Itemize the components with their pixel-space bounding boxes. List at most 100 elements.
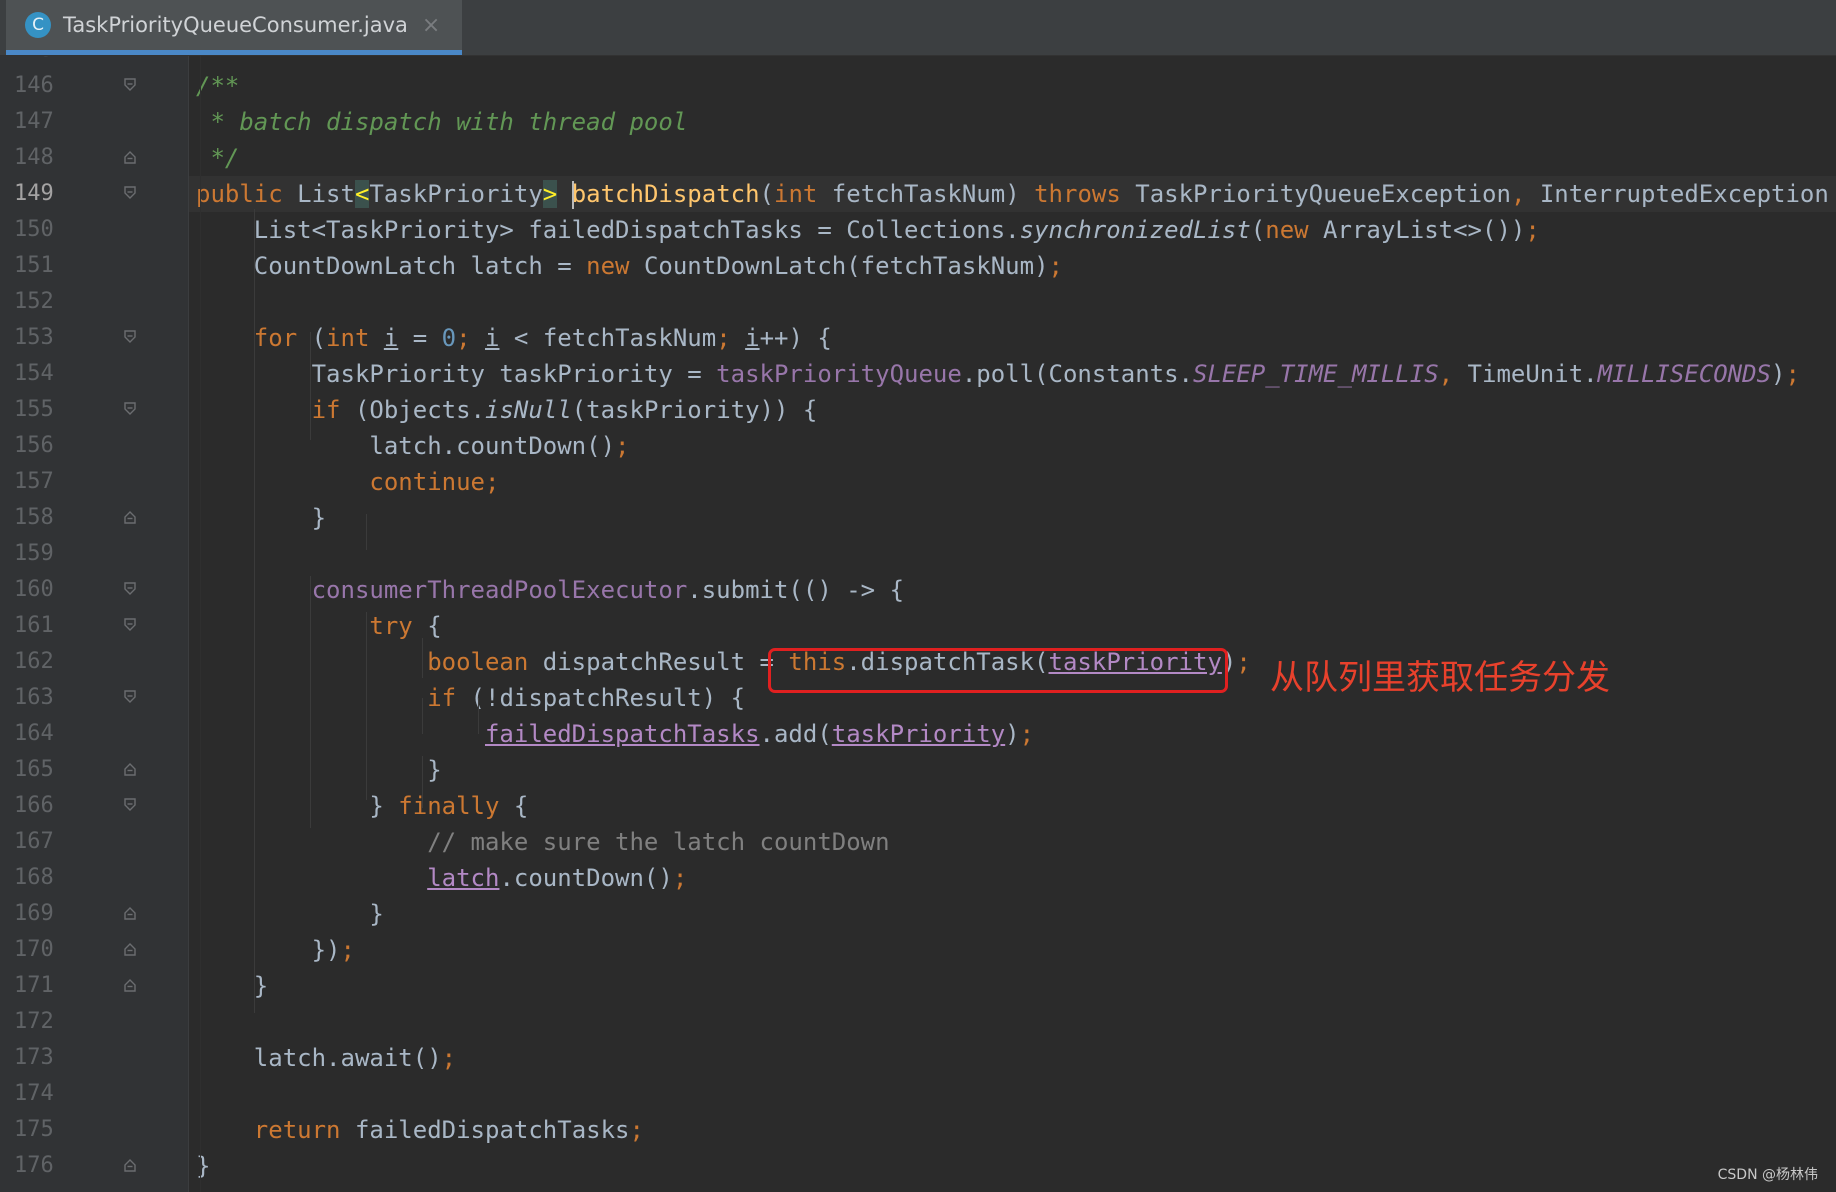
line-number[interactable]: 159	[14, 536, 64, 572]
code-text[interactable]: if (!dispatchResult) {	[196, 680, 745, 716]
code-text[interactable]: latch.countDown();	[196, 428, 629, 464]
code-text[interactable]: });	[196, 932, 355, 968]
line-number[interactable]: 173	[14, 1040, 64, 1076]
fold-collapse-icon[interactable]	[124, 798, 136, 812]
code-line[interactable]: 159	[0, 536, 1836, 572]
code-line[interactable]: 164 failedDispatchTasks.add(taskPriority…	[0, 716, 1836, 752]
close-icon[interactable]: ×	[422, 13, 440, 38]
line-number[interactable]: 148	[14, 140, 64, 176]
code-line[interactable]: 165 }	[0, 752, 1836, 788]
code-line[interactable]: 173 latch.await();	[0, 1040, 1836, 1076]
line-number[interactable]: 175	[14, 1112, 64, 1148]
fold-collapse-icon[interactable]	[124, 78, 136, 92]
code-text[interactable]: * batch dispatch with thread pool	[196, 104, 687, 140]
code-line[interactable]: 174	[0, 1076, 1836, 1112]
line-number[interactable]: 164	[14, 716, 64, 752]
line-number[interactable]: 165	[14, 752, 64, 788]
line-number[interactable]: 174	[14, 1076, 64, 1112]
code-line[interactable]: 151 CountDownLatch latch = new CountDown…	[0, 248, 1836, 284]
code-text[interactable]: public List<TaskPriority> batchDispatch(…	[196, 176, 1836, 212]
line-number[interactable]: 161	[14, 608, 64, 644]
line-number[interactable]: 149	[14, 176, 64, 212]
line-number[interactable]: 166	[14, 788, 64, 824]
editor-tab-active[interactable]: C TaskPriorityQueueConsumer.java ×	[6, 0, 462, 55]
code-text[interactable]: } finally {	[196, 788, 528, 824]
line-number[interactable]: 154	[14, 356, 64, 392]
code-line[interactable]: 157 continue;	[0, 464, 1836, 500]
code-text[interactable]: */	[196, 140, 239, 176]
code-text[interactable]: failedDispatchTasks.add(taskPriority);	[196, 716, 1034, 752]
code-line[interactable]: 153 for (int i = 0; i < fetchTaskNum; i+…	[0, 320, 1836, 356]
code-line[interactable]: 146 /**	[0, 68, 1836, 104]
fold-end-icon[interactable]	[124, 978, 136, 992]
fold-collapse-icon[interactable]	[124, 186, 136, 200]
line-number[interactable]: 171	[14, 968, 64, 1004]
code-line[interactable]: 158 }	[0, 500, 1836, 536]
code-text[interactable]: }	[196, 1148, 210, 1184]
fold-collapse-icon[interactable]	[124, 690, 136, 704]
code-line[interactable]: 166 } finally {	[0, 788, 1836, 824]
code-line[interactable]: 170 });	[0, 932, 1836, 968]
code-line[interactable]: 169 }	[0, 896, 1836, 932]
line-number[interactable]: 168	[14, 860, 64, 896]
line-number[interactable]: 176	[14, 1148, 64, 1184]
code-editor[interactable]: 145 146 /** 147 * batch dispatch with thre…	[0, 56, 1836, 1192]
code-line[interactable]: 172	[0, 1004, 1836, 1040]
line-number[interactable]: 152	[14, 284, 64, 320]
line-number[interactable]: 150	[14, 212, 64, 248]
code-text[interactable]: }	[196, 896, 383, 932]
line-number[interactable]: 169	[14, 896, 64, 932]
code-text[interactable]: return failedDispatchTasks;	[196, 1112, 644, 1148]
code-text[interactable]: List<TaskPriority> failedDispatchTasks =…	[196, 212, 1540, 248]
code-line[interactable]: 154 TaskPriority taskPriority = taskPrio…	[0, 356, 1836, 392]
code-text[interactable]: CountDownLatch latch = new CountDownLatc…	[196, 248, 1063, 284]
line-number[interactable]: 153	[14, 320, 64, 356]
code-line[interactable]: 160 consumerThreadPoolExecutor.submit(()…	[0, 572, 1836, 608]
fold-end-icon[interactable]	[124, 1158, 136, 1172]
code-text[interactable]: for (int i = 0; i < fetchTaskNum; i++) {	[196, 320, 832, 356]
code-line[interactable]: 156 latch.countDown();	[0, 428, 1836, 464]
code-line[interactable]: 148 */	[0, 140, 1836, 176]
code-line[interactable]: 149 public List<TaskPriority> batchDispat…	[0, 176, 1836, 212]
line-number[interactable]: 170	[14, 932, 64, 968]
line-number[interactable]: 162	[14, 644, 64, 680]
fold-collapse-icon[interactable]	[124, 330, 136, 344]
code-text[interactable]: latch.countDown();	[196, 860, 687, 896]
fold-end-icon[interactable]	[124, 906, 136, 920]
line-number[interactable]: 151	[14, 248, 64, 284]
line-number[interactable]: 156	[14, 428, 64, 464]
fold-end-icon[interactable]	[124, 942, 136, 956]
line-number[interactable]: 172	[14, 1004, 64, 1040]
line-number[interactable]: 167	[14, 824, 64, 860]
line-number[interactable]: 157	[14, 464, 64, 500]
fold-end-icon[interactable]	[124, 762, 136, 776]
code-line[interactable]: 175 return failedDispatchTasks;	[0, 1112, 1836, 1148]
code-text[interactable]: latch.await();	[196, 1040, 456, 1076]
code-text[interactable]: try {	[196, 608, 441, 644]
code-line[interactable]: 168 latch.countDown();	[0, 860, 1836, 896]
line-number[interactable]: 146	[14, 68, 64, 104]
code-line[interactable]: 167 // make sure the latch countDown	[0, 824, 1836, 860]
code-line[interactable]: 152	[0, 284, 1836, 320]
code-text[interactable]: }	[196, 968, 268, 1004]
fold-collapse-icon[interactable]	[124, 618, 136, 632]
code-text[interactable]: }	[196, 500, 326, 536]
fold-collapse-icon[interactable]	[124, 582, 136, 596]
code-text[interactable]: continue;	[196, 464, 499, 500]
code-text[interactable]: consumerThreadPoolExecutor.submit(() -> …	[196, 572, 904, 608]
line-number[interactable]: 160	[14, 572, 64, 608]
line-number[interactable]: 155	[14, 392, 64, 428]
code-text[interactable]: if (Objects.isNull(taskPriority)) {	[196, 392, 818, 428]
line-number[interactable]: 158	[14, 500, 64, 536]
code-text[interactable]: }	[196, 752, 441, 788]
line-number[interactable]: 163	[14, 680, 64, 716]
code-text[interactable]: // make sure the latch countDown	[196, 824, 889, 860]
fold-end-icon[interactable]	[124, 510, 136, 524]
code-line[interactable]: 147 * batch dispatch with thread pool	[0, 104, 1836, 140]
fold-collapse-icon[interactable]	[124, 402, 136, 416]
code-text[interactable]: TaskPriority taskPriority = taskPriority…	[196, 356, 1800, 392]
code-line[interactable]: 150 List<TaskPriority> failedDispatchTas…	[0, 212, 1836, 248]
code-line[interactable]: 176}	[0, 1148, 1836, 1184]
code-line[interactable]: 161 try {	[0, 608, 1836, 644]
fold-end-icon[interactable]	[124, 150, 136, 164]
